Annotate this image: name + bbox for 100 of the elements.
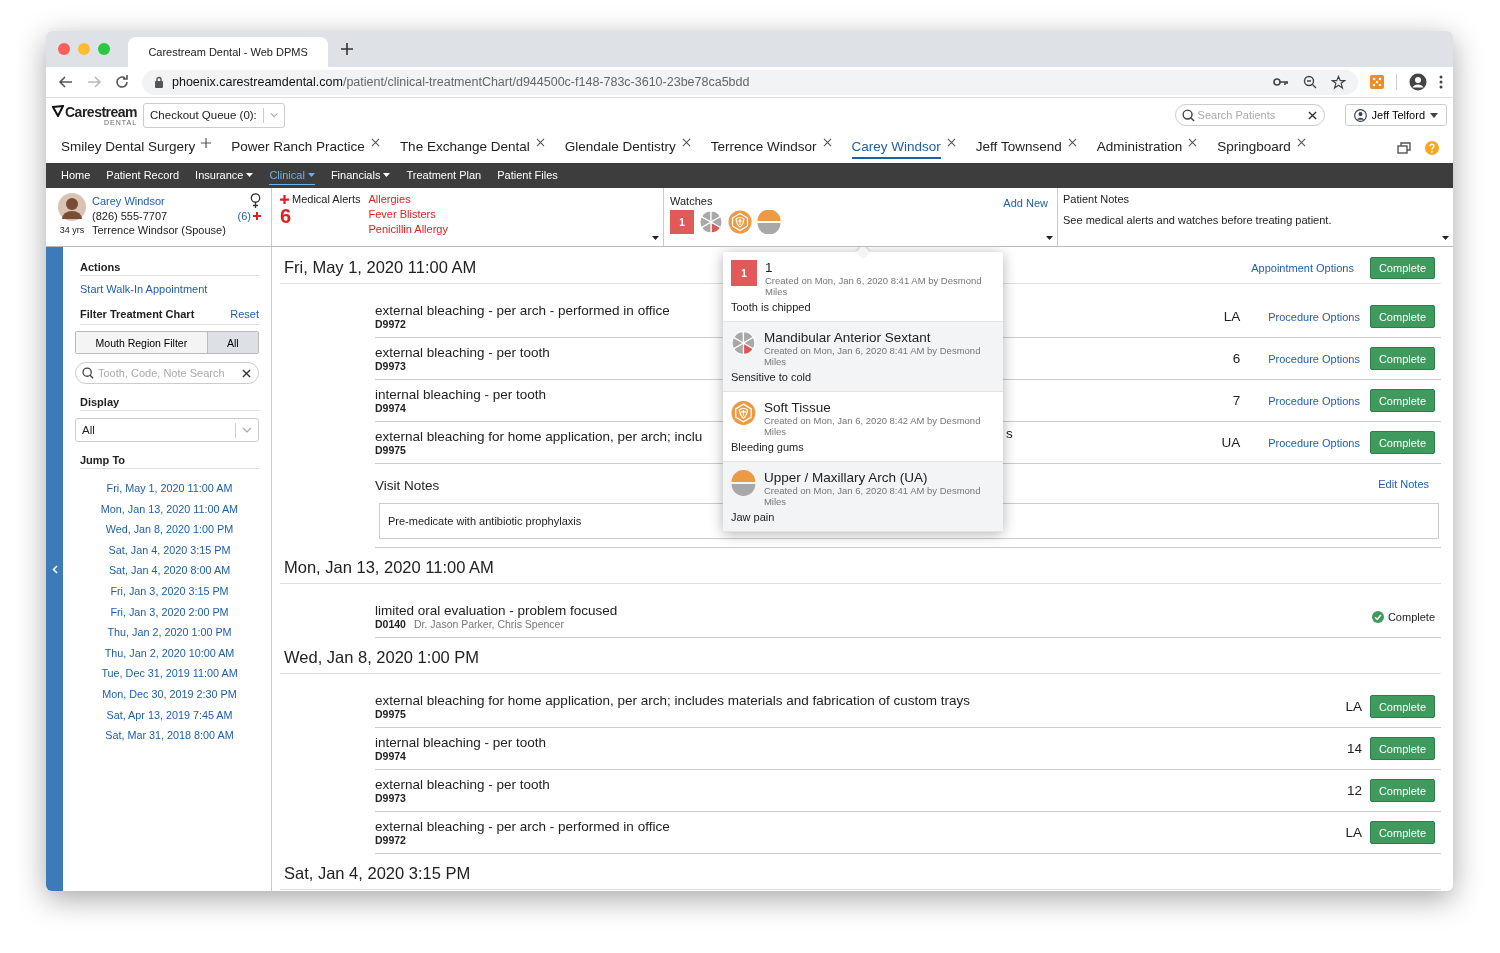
address-field[interactable]: phoenix.carestreamdental.com/patient/clinical-treatmentChart/d944500c-f148-783c-3610-23be78ca5bdd <box>142 69 1358 95</box>
jump-to-link[interactable]: Tue, Dec 31, 2019 11:00 AM <box>101 667 238 680</box>
new-tab-icon[interactable] <box>340 42 354 56</box>
patient-tab[interactable]: Smiley Dental Surgery <box>61 136 196 159</box>
complete-button[interactable]: Complete <box>1369 779 1435 802</box>
procedure-options-link[interactable]: Procedure Options <box>1268 310 1360 323</box>
jump-to-link[interactable]: Thu, Jan 2, 2020 1:00 PM <box>107 626 232 639</box>
patient-tab[interactable]: Jeff Townsend <box>975 136 1062 159</box>
jump-to-link[interactable]: Fri, Jan 3, 2020 2:00 PM <box>110 605 229 618</box>
watch-note: Jaw pain <box>731 511 776 523</box>
patient-relation: Terrence Windsor (Spouse) <box>92 224 227 236</box>
patient-tab[interactable]: Carey Windsor <box>851 136 941 159</box>
chart-search-field[interactable]: Tooth, Code, Note Search <box>75 362 259 384</box>
menu-icon[interactable] <box>1439 75 1443 89</box>
nav-item[interactable]: Clinical <box>269 166 315 185</box>
patient-tab[interactable]: Glendale Dentistry <box>564 136 676 159</box>
watch-item[interactable]: Upper / Maxillary Arch (UA) Created on Mon, Jan 6, 2020 8:41 AM by Desmond Miles Jaw pain <box>723 462 1003 532</box>
jump-to-link[interactable]: Sat, Mar 31, 2018 8:00 AM <box>105 729 234 742</box>
clear-icon[interactable] <box>242 369 251 378</box>
reload-icon[interactable] <box>114 74 130 90</box>
add-icon[interactable] <box>201 138 212 148</box>
complete-button[interactable]: Complete <box>1369 695 1435 718</box>
reset-link[interactable]: Reset <box>230 308 259 320</box>
caret-icon[interactable] <box>1442 236 1449 240</box>
procedure-options-link[interactable]: Procedure Options <box>1268 394 1360 407</box>
back-icon[interactable] <box>58 74 74 90</box>
jump-to-link[interactable]: Fri, Jan 3, 2020 3:15 PM <box>110 584 229 597</box>
checkout-queue-select[interactable]: Checkout Queue (0): <box>143 102 286 128</box>
browser-tab[interactable]: Carestream Dental - Web DPMS <box>128 37 328 67</box>
jump-to-link[interactable]: Mon, Dec 30, 2019 2:30 PM <box>102 687 237 700</box>
user-menu-button[interactable]: Jeff Telford <box>1344 104 1447 126</box>
patient-tab[interactable]: Terrence Windsor <box>710 136 817 159</box>
close-icon[interactable] <box>681 138 691 147</box>
complete-button[interactable]: Complete <box>1369 389 1435 412</box>
complete-button[interactable]: Complete <box>1369 347 1435 370</box>
jump-to-link[interactable]: Mon, Jan 13, 2020 11:00 AM <box>100 502 239 515</box>
nav-item[interactable]: Insurance <box>195 166 254 185</box>
appointment-options-link[interactable]: Appointment Options <box>1251 261 1354 274</box>
jump-to-link[interactable]: Sat, Apr 13, 2019 7:45 AM <box>106 708 233 721</box>
patient-tab[interactable]: Power Ranch Practice <box>231 136 365 159</box>
watch-meta: Created on Mon, Jan 6, 2020 8:41 AM by Desmond Miles <box>765 275 983 297</box>
procedure-code: D9973 <box>375 792 406 804</box>
complete-button[interactable]: Complete <box>1369 305 1435 328</box>
patient-name-link[interactable]: Carey Windsor <box>92 194 165 207</box>
watch-badge: 1 <box>670 210 694 234</box>
procedure-options-link[interactable]: Procedure Options <box>1268 352 1360 365</box>
filter-toggle[interactable]: Mouth Region Filter <box>76 332 207 353</box>
watch-meta: Created on Mon, Jan 6, 2020 8:41 AM by Desmond Miles <box>763 485 982 507</box>
patient-notes-title: Patient Notes <box>1063 193 1131 205</box>
patient-search-field[interactable]: Search Patients <box>1174 104 1325 126</box>
close-icon[interactable] <box>946 138 956 147</box>
windows-icon[interactable] <box>1397 141 1411 154</box>
jump-to-link[interactable]: Sat, Jan 4, 2020 3:15 PM <box>108 543 231 556</box>
nav-item[interactable]: Patient Files <box>497 166 558 185</box>
complete-button[interactable]: Complete <box>1369 821 1435 844</box>
close-icon[interactable] <box>1067 138 1077 147</box>
nav-item[interactable]: Financials <box>330 166 391 185</box>
nav-item[interactable]: Treatment Plan <box>406 166 482 185</box>
filter-toggle[interactable]: All <box>206 332 258 353</box>
close-icon[interactable] <box>535 138 545 147</box>
nav-item[interactable]: Home <box>61 166 91 185</box>
tooth-area: LA <box>1331 699 1362 714</box>
star-icon[interactable] <box>1331 74 1346 90</box>
complete-button[interactable]: Complete <box>1369 737 1435 760</box>
edit-notes-link[interactable]: Edit Notes <box>1378 478 1429 493</box>
section-title: Filter Treatment Chart <box>80 308 195 320</box>
watch-title: Mandibular Anterior Sextant <box>763 330 932 345</box>
zoom-icon[interactable] <box>1303 75 1317 89</box>
female-icon <box>250 193 261 208</box>
close-icon[interactable] <box>370 138 380 147</box>
caret-icon[interactable] <box>1046 236 1053 240</box>
patient-tab[interactable]: The Exchange Dental <box>399 136 530 159</box>
profile-icon[interactable] <box>1409 73 1427 91</box>
display-select[interactable]: All <box>75 418 259 442</box>
procedure-code: D9974 <box>375 402 406 414</box>
procedure-options-link[interactable]: Procedure Options <box>1268 436 1360 449</box>
patient-tab[interactable]: Springboard <box>1217 136 1291 159</box>
section-title: Jump To <box>80 454 259 469</box>
watch-note: Tooth is chipped <box>731 301 812 313</box>
providers: Dr. Jason Parker, Chris Spencer <box>413 618 564 630</box>
nav-item[interactable]: Patient Record <box>106 166 180 185</box>
add-new-link[interactable]: Add New <box>1003 197 1048 209</box>
jump-to-link[interactable]: Wed, Jan 8, 2020 1:00 PM <box>105 523 234 536</box>
close-icon[interactable] <box>1296 138 1306 147</box>
patient-tab[interactable]: Administration <box>1096 136 1183 159</box>
close-icon[interactable] <box>1188 138 1198 147</box>
jump-to-link[interactable]: Sat, Jan 4, 2020 8:00 AM <box>108 564 231 577</box>
jump-to-link[interactable]: Thu, Jan 2, 2020 10:00 AM <box>104 646 235 659</box>
walk-in-link[interactable]: Start Walk-In Appointment <box>80 283 259 295</box>
medical-alert-text: Allergies <box>368 193 412 205</box>
key-icon[interactable] <box>1273 77 1289 87</box>
complete-button[interactable]: Complete <box>1369 431 1435 454</box>
watch-item[interactable]: Mandibular Anterior Sextant Created on Mon, Jan 6, 2020 8:41 AM by Desmond Miles Sensitive to cold <box>723 322 1003 392</box>
caret-icon[interactable] <box>652 236 659 240</box>
procedure-description: external bleaching - per tooth <box>375 777 550 792</box>
jump-to-link[interactable]: Fri, May 1, 2020 11:00 AM <box>106 482 233 494</box>
complete-button[interactable]: Complete <box>1369 256 1435 279</box>
clear-icon[interactable] <box>1307 111 1317 120</box>
close-icon[interactable] <box>822 138 832 147</box>
procedure-description: external bleaching - per tooth <box>375 345 550 360</box>
